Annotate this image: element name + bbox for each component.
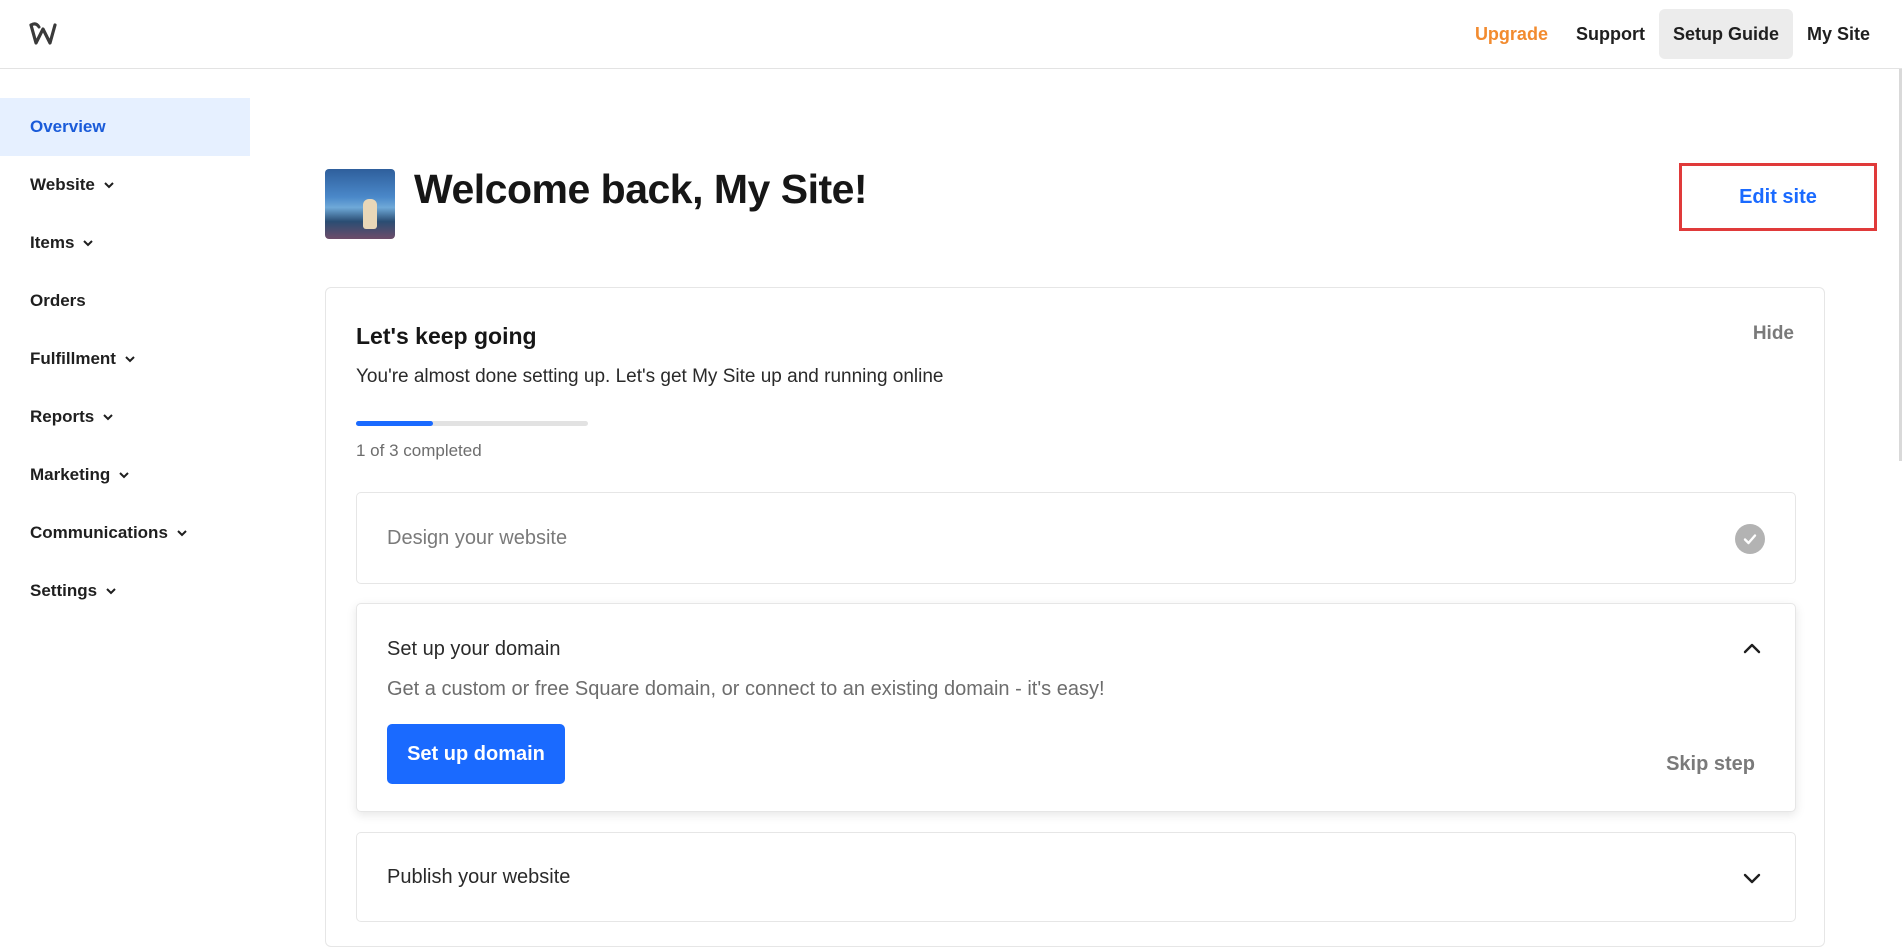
top-bar: Upgrade Support Setup Guide My Site (0, 0, 1902, 69)
step-description: Get a custom or free Square domain, or c… (387, 678, 1105, 700)
sidebar-item-label: Website (30, 175, 95, 194)
chevron-down-icon (104, 182, 114, 189)
upgrade-link[interactable]: Upgrade (1461, 9, 1562, 59)
sidebar-item-settings[interactable]: Settings (0, 562, 250, 620)
step-design-website[interactable]: Design your website (356, 492, 1796, 584)
check-circle-icon (1735, 524, 1765, 554)
sidebar-item-label: Orders (30, 291, 86, 310)
sidebar: Overview Website Items Orders Fulfillmen… (0, 98, 250, 620)
chevron-up-icon[interactable] (1739, 636, 1765, 662)
setup-progress-bar (356, 421, 588, 426)
site-thumbnail-figure (363, 199, 377, 229)
chevron-down-icon (83, 240, 94, 247)
skip-step-button[interactable]: Skip step (1666, 753, 1755, 776)
chevron-down-icon (119, 472, 130, 479)
edit-site-label: Edit site (1739, 185, 1817, 208)
top-nav: Upgrade Support Setup Guide My Site (1461, 9, 1884, 59)
page-title: Welcome back, My Site! (414, 166, 868, 212)
setup-guide-link[interactable]: Setup Guide (1658, 9, 1793, 59)
chevron-down-icon (106, 588, 116, 595)
sidebar-item-label: Reports (30, 407, 95, 426)
setup-progress-text: 1 of 3 completed (356, 441, 482, 460)
set-up-domain-button[interactable]: Set up domain (387, 724, 565, 784)
chevron-down-icon (125, 356, 135, 363)
site-thumbnail (325, 169, 395, 239)
setup-subtitle: You're almost done setting up. Let's get… (356, 366, 944, 387)
sidebar-item-reports[interactable]: Reports (0, 388, 250, 446)
setup-progress-fill (356, 421, 433, 426)
my-site-menu[interactable]: My Site (1793, 9, 1884, 59)
sidebar-item-orders[interactable]: Orders (0, 272, 250, 330)
sidebar-item-label: Communications (30, 523, 168, 542)
sidebar-item-label: Overview (30, 117, 106, 136)
sidebar-item-label: Items (30, 233, 75, 252)
step-label: Set up your domain (387, 638, 561, 660)
sidebar-item-label: Fulfillment (30, 349, 116, 368)
chevron-down-icon (177, 530, 187, 537)
setup-guide-card: Let's keep going Hide You're almost done… (325, 287, 1825, 947)
step-label: Design your website (387, 527, 568, 549)
sidebar-item-fulfillment[interactable]: Fulfillment (0, 330, 250, 388)
step-publish-website[interactable]: Publish your website (356, 832, 1796, 922)
sidebar-item-label: Marketing (30, 465, 111, 484)
sidebar-item-overview[interactable]: Overview (0, 98, 250, 156)
step-label: Publish your website (387, 866, 571, 888)
hide-button[interactable]: Hide (1753, 323, 1794, 345)
edit-site-button[interactable]: Edit site (1679, 163, 1877, 231)
sidebar-item-communications[interactable]: Communications (0, 504, 250, 562)
setup-title: Let's keep going (356, 323, 537, 349)
sidebar-item-marketing[interactable]: Marketing (0, 446, 250, 504)
sidebar-item-items[interactable]: Items (0, 214, 250, 272)
weebly-logo-icon[interactable] (28, 20, 58, 48)
chevron-down-icon (103, 414, 113, 421)
sidebar-item-label: Settings (30, 581, 98, 600)
step-setup-domain: Set up your domain Get a custom or free … (356, 603, 1796, 812)
chevron-down-icon[interactable] (1739, 865, 1765, 891)
support-link[interactable]: Support (1562, 9, 1659, 59)
sidebar-item-website[interactable]: Website (0, 156, 250, 214)
